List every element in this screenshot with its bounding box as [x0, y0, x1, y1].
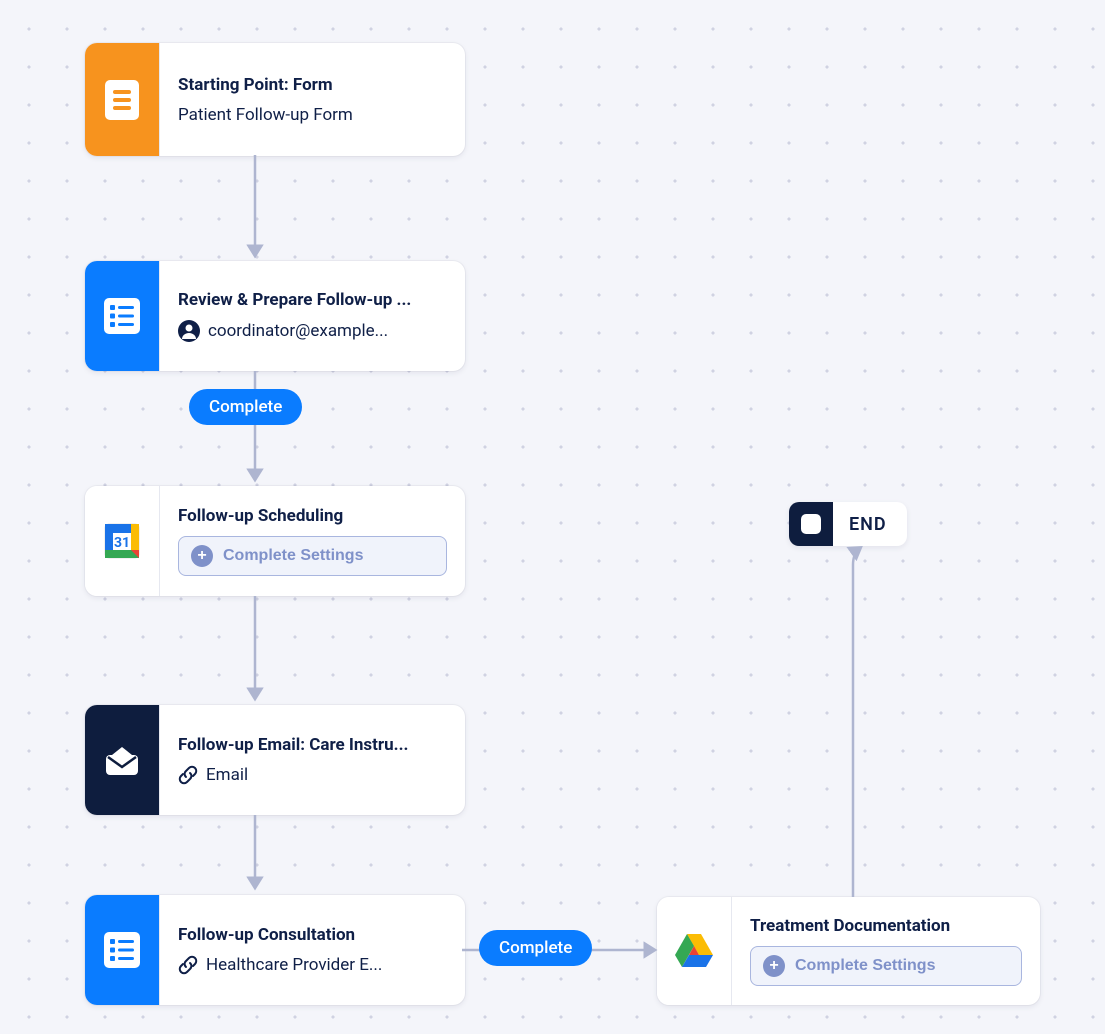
- link-icon: [178, 765, 198, 785]
- node-title: Starting Point: Form: [178, 75, 447, 95]
- edge-label-complete: Complete: [479, 930, 592, 966]
- connector: [838, 545, 868, 905]
- person-icon: [178, 320, 200, 342]
- node-end[interactable]: END: [789, 502, 907, 546]
- end-label: END: [833, 514, 907, 535]
- complete-settings-button[interactable]: + Complete Settings: [178, 536, 447, 576]
- checklist-icon: [85, 895, 159, 1005]
- complete-settings-button[interactable]: + Complete Settings: [750, 946, 1022, 986]
- google-calendar-icon: 31: [85, 486, 159, 596]
- connector: [245, 596, 265, 706]
- node-email[interactable]: Follow-up Email: Care Instru... Email: [85, 705, 465, 815]
- stop-icon: [789, 502, 833, 546]
- node-title: Follow-up Email: Care Instru...: [178, 735, 447, 755]
- svg-text:31: 31: [114, 535, 130, 551]
- node-treatment[interactable]: Treatment Documentation + Complete Setti…: [657, 897, 1040, 1005]
- checklist-icon: [85, 261, 159, 371]
- plus-icon: +: [763, 955, 785, 977]
- node-title: Follow-up Consultation: [178, 925, 447, 945]
- link-icon: [178, 955, 198, 975]
- node-title: Follow-up Scheduling: [178, 506, 447, 526]
- node-title: Treatment Documentation: [750, 916, 1022, 936]
- node-start[interactable]: Starting Point: Form Patient Follow-up F…: [85, 43, 465, 156]
- connector: [245, 815, 265, 895]
- node-scheduling[interactable]: 31 Follow-up Scheduling + Complete Setti…: [85, 486, 465, 596]
- connector: [245, 155, 265, 260]
- plus-icon: +: [191, 545, 213, 567]
- envelope-icon: [85, 705, 159, 815]
- node-subtitle: Email: [178, 765, 447, 785]
- node-assignee: coordinator@example...: [178, 320, 447, 342]
- google-drive-icon: [657, 897, 731, 1005]
- node-title: Review & Prepare Follow-up ...: [178, 290, 447, 310]
- form-icon: [85, 43, 159, 156]
- node-subtitle: Patient Follow-up Form: [178, 105, 447, 125]
- node-consultation[interactable]: Follow-up Consultation Healthcare Provid…: [85, 895, 465, 1005]
- node-subtitle: Healthcare Provider E...: [178, 955, 447, 975]
- edge-label-complete: Complete: [189, 389, 302, 425]
- node-review[interactable]: Review & Prepare Follow-up ... coordinat…: [85, 261, 465, 371]
